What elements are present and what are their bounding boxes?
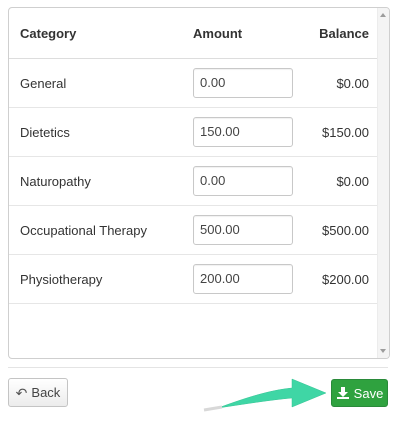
reply-arrow-icon: ↶: [15, 384, 28, 401]
pointer-arrow-annotation: [203, 378, 327, 412]
balance-cell: $0.00: [303, 58, 379, 108]
table-row: Naturopathy 0.00 $0.00: [9, 156, 379, 206]
amount-input[interactable]: 0.00: [193, 166, 293, 196]
scroll-up-icon[interactable]: [380, 13, 386, 17]
category-cell: Physiotherapy: [9, 254, 191, 304]
vertical-scrollbar[interactable]: [377, 8, 389, 358]
balance-cell: $0.00: [303, 156, 379, 206]
table-row: Occupational Therapy 500.00 $500.00: [9, 205, 379, 255]
category-cell: Occupational Therapy: [9, 205, 191, 255]
category-cell: General: [9, 58, 191, 108]
balance-cell: $150.00: [303, 107, 379, 157]
download-icon: [336, 387, 349, 399]
footer-divider: [8, 367, 388, 368]
save-button-label: Save: [353, 385, 384, 401]
table-row: Physiotherapy 200.00 $200.00: [9, 254, 379, 304]
back-button-label: Back: [31, 385, 61, 400]
amount-input[interactable]: 0.00: [193, 68, 293, 98]
category-header: Category: [9, 8, 191, 59]
balance-cell: $500.00: [303, 205, 379, 255]
category-cell: Naturopathy: [9, 156, 191, 206]
back-button[interactable]: ↶ Back: [8, 378, 68, 407]
ledger-panel: Category Amount Balance General 0.00 $0.…: [8, 7, 390, 359]
amount-input[interactable]: 200.00: [193, 264, 293, 294]
table-row: General 0.00 $0.00: [9, 58, 379, 108]
balance-cell: $200.00: [303, 254, 379, 304]
amount-input[interactable]: 500.00: [193, 215, 293, 245]
table-row: Dietetics 150.00 $150.00: [9, 107, 379, 157]
category-cell: Dietetics: [9, 107, 191, 157]
save-button[interactable]: Save: [331, 379, 388, 407]
amount-header: Amount: [191, 8, 303, 59]
ledger-table: Category Amount Balance General 0.00 $0.…: [9, 8, 379, 304]
scroll-down-icon[interactable]: [380, 349, 386, 353]
balance-header: Balance: [303, 8, 379, 59]
amount-input[interactable]: 150.00: [193, 117, 293, 147]
table-header-row: Category Amount Balance: [9, 8, 379, 59]
